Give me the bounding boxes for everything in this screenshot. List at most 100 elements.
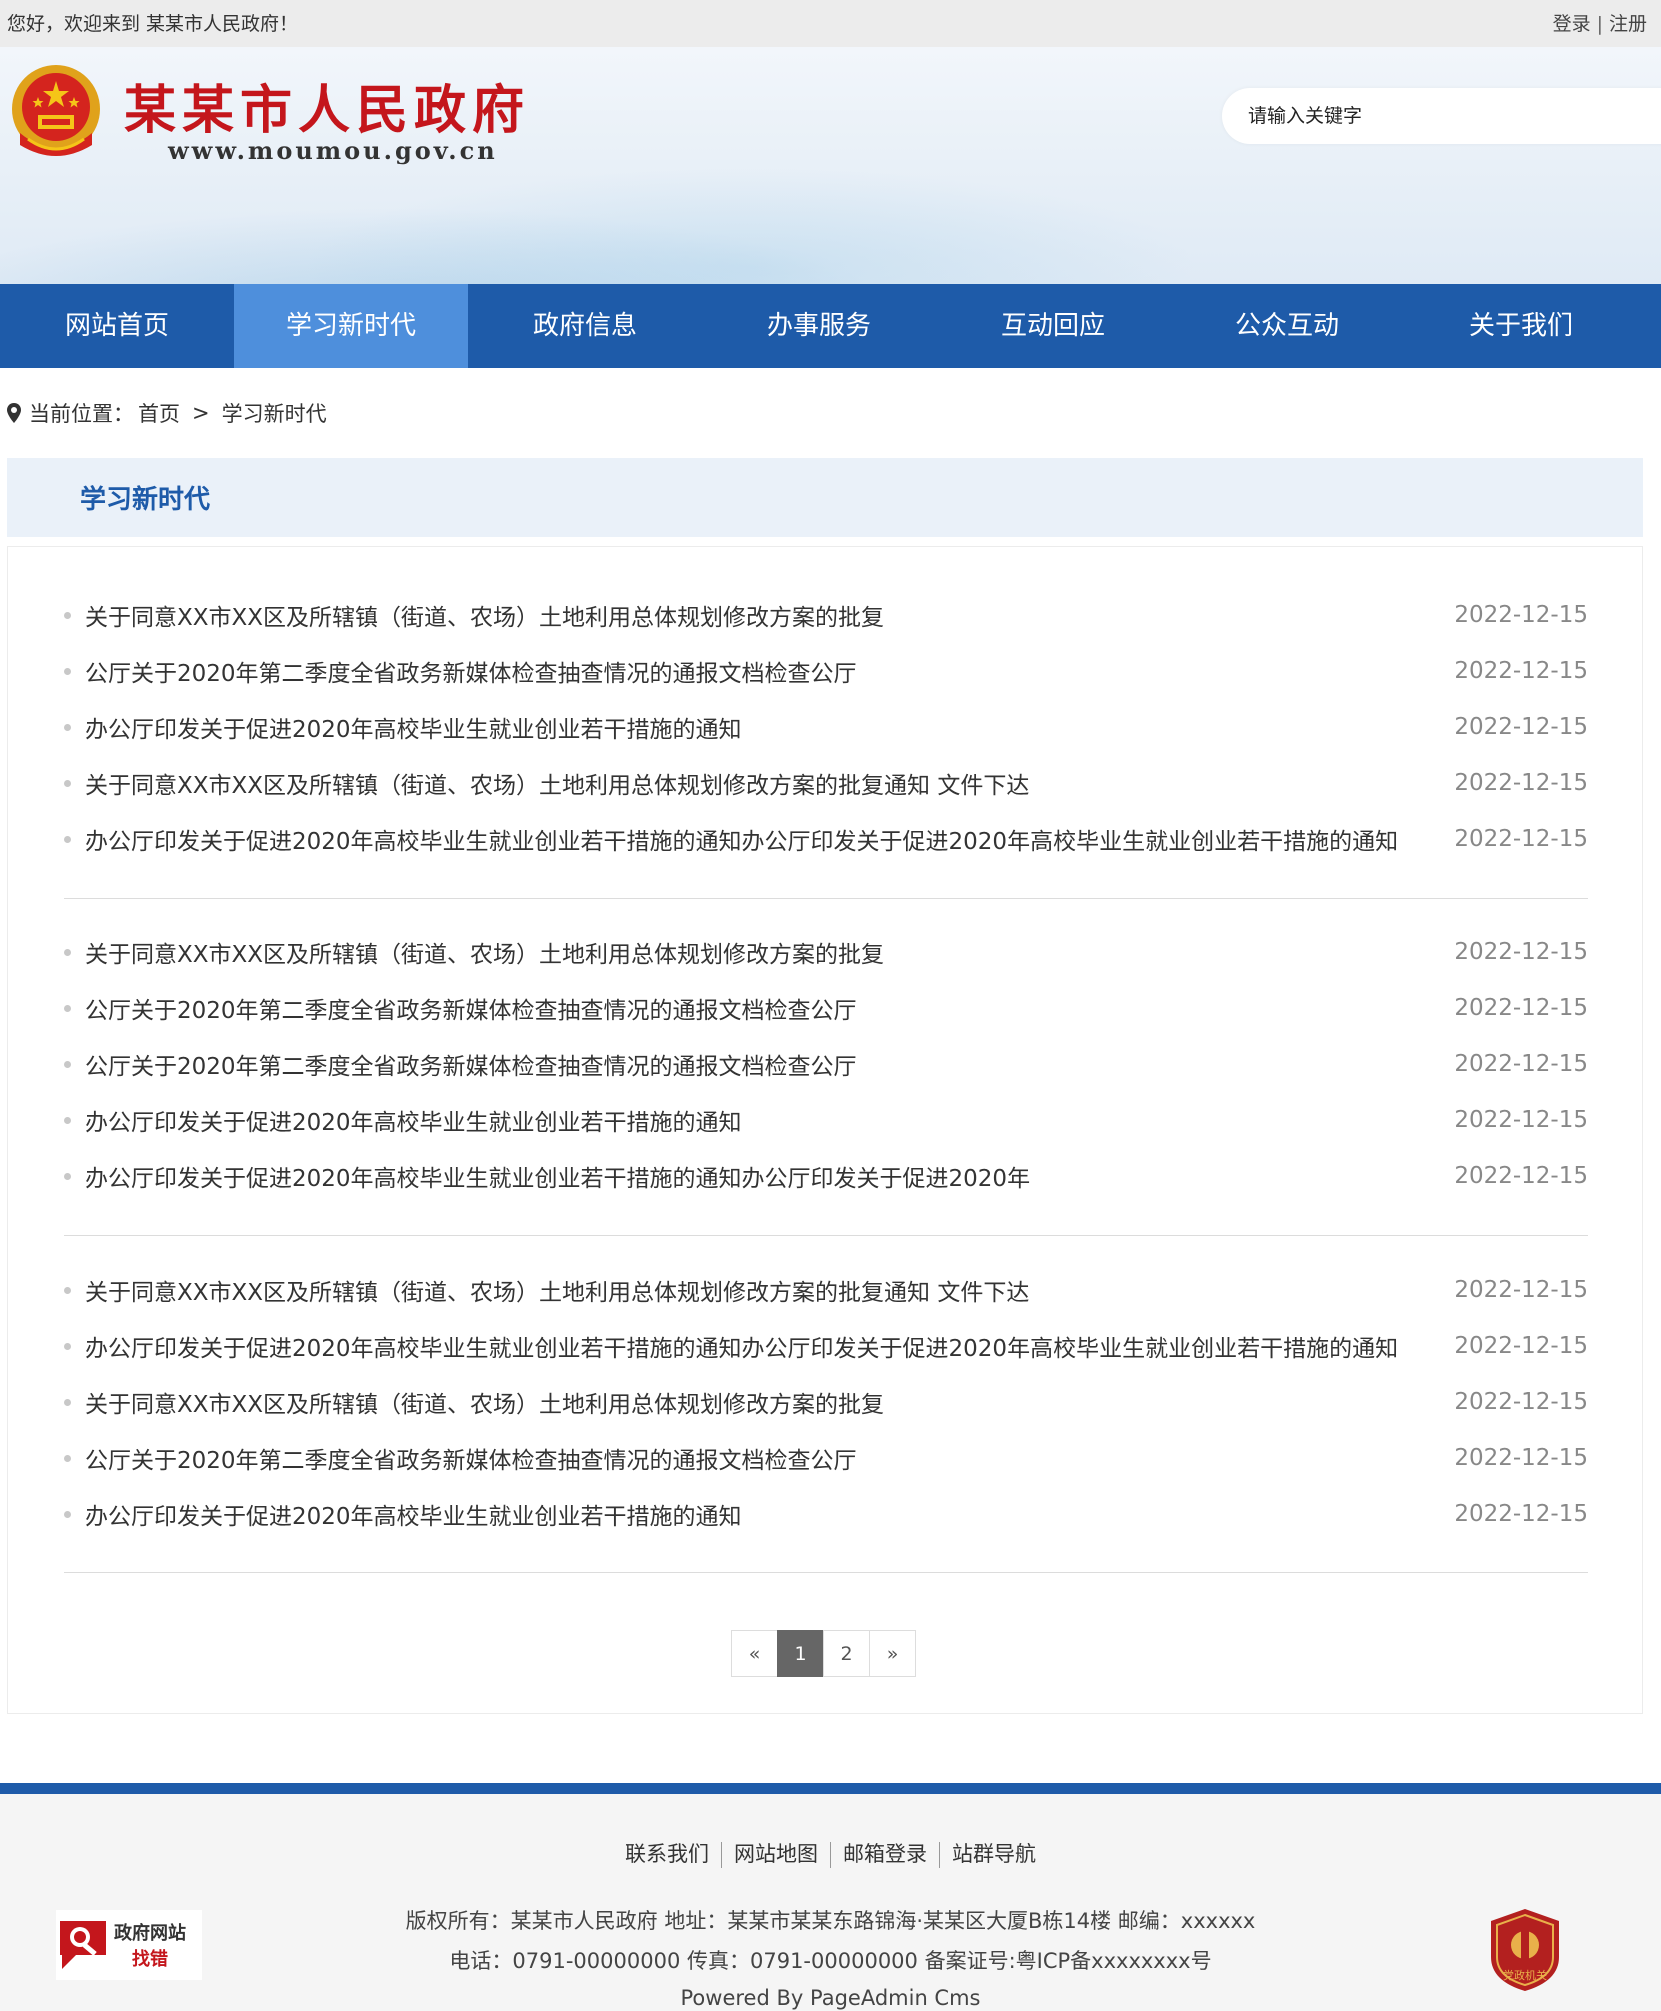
- article-title[interactable]: 公厅关于2020年第二季度全省政务新媒体检查抽查情况的通报文档检查公厅: [85, 1047, 1438, 1081]
- banner-decoration: [300, 167, 1200, 284]
- bullet-icon: [64, 1116, 71, 1124]
- location-pin-icon: [7, 403, 21, 423]
- footer: 联系我们 网站地图 邮箱登录 站群导航 政府网站 找错 版权所有：某某市人民政府 地址…: [0, 1783, 1661, 2011]
- list-item[interactable]: 公厅关于2020年第二季度全省政务新媒体检查抽查情况的通报文档检查公厅 2022-…: [64, 980, 1588, 1036]
- footer-contact: 电话：0791-00000000 传真：0791-00000000 备案证号:粤…: [449, 1949, 1212, 1973]
- search-box: [1222, 88, 1661, 144]
- article-title[interactable]: 办公厅印发关于促进2020年高校毕业生就业创业若干措施的通知: [85, 1497, 1438, 1531]
- register-link[interactable]: 注册: [1609, 13, 1647, 35]
- footer-link-contact[interactable]: 联系我们: [625, 1842, 709, 1866]
- footer-link-sitemap[interactable]: 网站地图: [734, 1842, 818, 1866]
- national-emblem-icon: [12, 65, 100, 156]
- footer-link-divider: [830, 1842, 831, 1868]
- nav-item-public[interactable]: 公众互动: [1170, 284, 1404, 368]
- page-2-button[interactable]: 2: [823, 1630, 870, 1677]
- list-item[interactable]: 办公厅印发关于促进2020年高校毕业生就业创业若干措施的通知办公厅印发关于促进2…: [64, 1318, 1588, 1374]
- list-item[interactable]: 办公厅印发关于促进2020年高校毕业生就业创业若干措施的通知 2022-12-15: [64, 699, 1588, 755]
- bullet-icon: [64, 779, 71, 787]
- article-title[interactable]: 办公厅印发关于促进2020年高校毕业生就业创业若干措施的通知办公厅印发关于促进2…: [85, 822, 1438, 856]
- list-item[interactable]: 公厅关于2020年第二季度全省政务新媒体检查抽查情况的通报文档检查公厅 2022-…: [64, 1036, 1588, 1092]
- breadcrumb-prefix: 当前位置：: [29, 402, 134, 426]
- article-date: 2022-12-15: [1454, 1333, 1588, 1359]
- footer-link-divider: [721, 1842, 722, 1868]
- article-date: 2022-12-15: [1454, 1445, 1588, 1471]
- list-item[interactable]: 公厅关于2020年第二季度全省政务新媒体检查抽查情况的通报文档检查公厅 2022-…: [64, 1430, 1588, 1486]
- nav-item-about[interactable]: 关于我们: [1404, 284, 1638, 368]
- welcome-text: 您好，欢迎来到 某某市人民政府！: [7, 13, 299, 35]
- list-item[interactable]: 关于同意XX市XX区及所辖镇（街道、农场）土地利用总体规划修改方案的批复 2022…: [64, 924, 1588, 980]
- article-title[interactable]: 公厅关于2020年第二季度全省政务新媒体检查抽查情况的通报文档检查公厅: [85, 991, 1438, 1025]
- article-title[interactable]: 办公厅印发关于促进2020年高校毕业生就业创业若干措施的通知办公厅印发关于促进2…: [85, 1159, 1438, 1193]
- bullet-icon: [64, 1342, 71, 1350]
- article-date: 2022-12-15: [1454, 1389, 1588, 1415]
- section-header: 学习新时代: [7, 458, 1643, 537]
- list-item[interactable]: 公厅关于2020年第二季度全省政务新媒体检查抽查情况的通报文档检查公厅 2022-…: [64, 643, 1588, 699]
- site-name: 某某市人民政府: [124, 80, 531, 141]
- article-date: 2022-12-15: [1454, 1107, 1588, 1133]
- article-title[interactable]: 公厅关于2020年第二季度全省政务新媒体检查抽查情况的通报文档检查公厅: [85, 654, 1438, 688]
- bullet-icon: [64, 611, 71, 619]
- article-date: 2022-12-15: [1454, 1501, 1588, 1527]
- nav-item-response[interactable]: 互动回应: [936, 284, 1170, 368]
- section-title: 学习新时代: [80, 485, 211, 515]
- bullet-icon: [64, 835, 71, 843]
- site-url: www.moumou.gov.cn: [168, 136, 498, 165]
- article-date: 2022-12-15: [1454, 939, 1588, 965]
- article-date: 2022-12-15: [1454, 714, 1588, 740]
- auth-separator: |: [1596, 13, 1603, 35]
- bullet-icon: [64, 1510, 71, 1518]
- bullet-icon: [64, 948, 71, 956]
- article-title[interactable]: 关于同意XX市XX区及所辖镇（街道、农场）土地利用总体规划修改方案的批复: [85, 598, 1438, 632]
- list-item[interactable]: 办公厅印发关于促进2020年高校毕业生就业创业若干措施的通知办公厅印发关于促进2…: [64, 1148, 1588, 1204]
- article-date: 2022-12-15: [1454, 1163, 1588, 1189]
- list-item[interactable]: 关于同意XX市XX区及所辖镇（街道、农场）土地利用总体规划修改方案的批复通知 文…: [64, 1262, 1588, 1318]
- article-title[interactable]: 关于同意XX市XX区及所辖镇（街道、农场）土地利用总体规划修改方案的批复通知 文…: [85, 766, 1438, 800]
- article-date: 2022-12-15: [1454, 995, 1588, 1021]
- party-badge-text: 党政机关: [1503, 1968, 1547, 1982]
- breadcrumb-home[interactable]: 首页: [138, 398, 180, 428]
- party-government-badge-icon[interactable]: 党政机关: [1487, 1907, 1563, 1993]
- breadcrumb-separator: >: [192, 401, 210, 425]
- article-title[interactable]: 关于同意XX市XX区及所辖镇（街道、农场）土地利用总体规划修改方案的批复: [85, 1385, 1438, 1419]
- footer-link-mail[interactable]: 邮箱登录: [843, 1842, 927, 1866]
- next-page-button[interactable]: »: [869, 1630, 916, 1677]
- group-divider: [64, 898, 1588, 899]
- main-nav: 网站首页 学习新时代 政府信息 办事服务 互动回应 公众互动 关于我们: [0, 284, 1661, 368]
- auth-links: 登录 | 注册: [1553, 9, 1647, 36]
- article-title[interactable]: 办公厅印发关于促进2020年高校毕业生就业创业若干措施的通知办公厅印发关于促进2…: [85, 1329, 1438, 1363]
- list-item[interactable]: 关于同意XX市XX区及所辖镇（街道、农场）土地利用总体规划修改方案的批复 2022…: [64, 1374, 1588, 1430]
- page-1-button[interactable]: 1: [777, 1630, 824, 1677]
- search-input[interactable]: [1246, 104, 1630, 128]
- prev-page-button[interactable]: «: [731, 1630, 778, 1677]
- nav-item-study[interactable]: 学习新时代: [234, 284, 468, 368]
- article-date: 2022-12-15: [1454, 602, 1588, 628]
- list-item[interactable]: 办公厅印发关于促进2020年高校毕业生就业创业若干措施的通知办公厅印发关于促进2…: [64, 811, 1588, 867]
- pagination: « 1 2 »: [731, 1630, 916, 1677]
- footer-link-sites[interactable]: 站群导航: [952, 1842, 1036, 1866]
- nav-item-gov-info[interactable]: 政府信息: [468, 284, 702, 368]
- footer-copyright: 版权所有：某某市人民政府 地址：某某市某某东路锦海·某某区大厦B栋14楼 邮编：…: [405, 1909, 1256, 1933]
- list-item[interactable]: 关于同意XX市XX区及所辖镇（街道、农场）土地利用总体规划修改方案的批复 2022…: [64, 587, 1588, 643]
- article-title[interactable]: 关于同意XX市XX区及所辖镇（街道、农场）土地利用总体规划修改方案的批复通知 文…: [85, 1273, 1438, 1307]
- breadcrumb: 当前位置： 首页 > 学习新时代: [7, 398, 327, 428]
- nav-item-services[interactable]: 办事服务: [702, 284, 936, 368]
- bullet-icon: [64, 1060, 71, 1068]
- footer-link-divider: [939, 1842, 940, 1868]
- article-title[interactable]: 关于同意XX市XX区及所辖镇（街道、农场）土地利用总体规划修改方案的批复: [85, 935, 1438, 969]
- bullet-icon: [64, 1004, 71, 1012]
- list-item[interactable]: 办公厅印发关于促进2020年高校毕业生就业创业若干措施的通知 2022-12-15: [64, 1486, 1588, 1542]
- article-title[interactable]: 办公厅印发关于促进2020年高校毕业生就业创业若干措施的通知: [85, 1103, 1438, 1137]
- article-date: 2022-12-15: [1454, 770, 1588, 796]
- login-link[interactable]: 登录: [1553, 13, 1591, 35]
- list-item[interactable]: 办公厅印发关于促进2020年高校毕业生就业创业若干措施的通知 2022-12-15: [64, 1092, 1588, 1148]
- breadcrumb-current[interactable]: 学习新时代: [222, 398, 327, 428]
- nav-item-home[interactable]: 网站首页: [0, 284, 234, 368]
- bullet-icon: [64, 1286, 71, 1294]
- list-item[interactable]: 关于同意XX市XX区及所辖镇（街道、农场）土地利用总体规划修改方案的批复通知 文…: [64, 755, 1588, 811]
- article-date: 2022-12-15: [1454, 1277, 1588, 1303]
- bullet-icon: [64, 1172, 71, 1180]
- bullet-icon: [64, 667, 71, 675]
- bullet-icon: [64, 1454, 71, 1462]
- article-title[interactable]: 办公厅印发关于促进2020年高校毕业生就业创业若干措施的通知: [85, 710, 1438, 744]
- article-title[interactable]: 公厅关于2020年第二季度全省政务新媒体检查抽查情况的通报文档检查公厅: [85, 1441, 1438, 1475]
